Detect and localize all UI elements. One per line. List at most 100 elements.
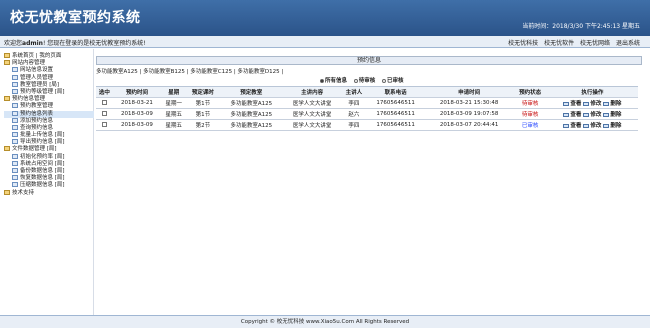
radio-icon[interactable] (353, 78, 358, 83)
folder-icon (4, 60, 10, 66)
table-cell: 赵六 (341, 108, 367, 120)
sidebar-item[interactable]: 初始化预约率 [局] (4, 153, 94, 161)
welcome-bar: 欢迎您admin! 您现在登录的是校无忧教室预约系统! 校无忧科技 校无忧软件 … (0, 36, 650, 48)
sidebar-item[interactable]: 添加预约信息 (4, 117, 94, 125)
filter-approved[interactable]: 已审核 (382, 78, 404, 84)
status-filter: 所有信息 待审核 已审核 (320, 76, 642, 86)
page-icon (12, 67, 18, 73)
view-button[interactable]: 查看 (563, 123, 581, 129)
page-icon (12, 110, 18, 116)
delete-icon (603, 112, 610, 117)
sidebar-item-label: 备份数据信息 [局] (20, 168, 65, 174)
view-icon (563, 112, 570, 117)
filter-all[interactable]: 所有信息 (320, 78, 347, 84)
row-checkbox[interactable] (101, 110, 107, 116)
edit-button[interactable]: 修改 (583, 123, 601, 129)
table-cell: 17605646511 (366, 97, 425, 109)
status-badge: 已审核 (513, 119, 547, 131)
sidebar-item[interactable]: 网站信息设置 (4, 67, 94, 74)
edit-button[interactable]: 修改 (583, 112, 601, 118)
table-cell: 李四 (341, 97, 367, 109)
reservation-table: 选中 预约时间 星期 预定课时 预定教室 主讲内容 主讲人 联系电话 申请时间 预约状态 执行操作 … (96, 86, 638, 131)
edit-button[interactable]: 修改 (583, 101, 601, 107)
table-row: 2018-03-21 星期一 第1节 多功能教室A125 医学人文大讲堂 李四 176056… (96, 97, 638, 109)
page-icon (12, 153, 18, 159)
folder-icon (4, 146, 10, 152)
page-icon (12, 117, 18, 123)
sidebar-item-label: 系统占用空间 [局] (20, 160, 65, 167)
sidebar-item-label: 查询预约信息 (20, 124, 54, 131)
delete-button[interactable]: 删除 (603, 123, 621, 129)
sidebar-item-label: 预约教室管理 (20, 103, 54, 110)
row-actions: 查看 修改 删除 (546, 108, 638, 120)
filter-pending[interactable]: 待审核 (353, 78, 375, 84)
time-label: 当前时间： (522, 23, 553, 30)
column-header: 主讲内容 (282, 86, 342, 98)
sidebar-item[interactable]: 教室管理员 [局] (4, 81, 94, 89)
sidebar-item-label: 添加预约信息 (20, 117, 54, 124)
top-link[interactable]: 校无忧科技 (508, 40, 538, 47)
sidebar-item[interactable]: 文件数据管理 [局] (4, 146, 94, 153)
page-icon (12, 182, 18, 188)
table-row: 2018-03-09 星期五 第2节 多功能教室A125 医学人文大讲堂 李四 176056… (96, 119, 638, 131)
sidebar-item[interactable]: 管理人员管理 (4, 74, 94, 82)
delete-icon (603, 101, 610, 106)
navigation-tree: 系统首页 | 我的页面 网站内容管理 网站信息设置 管理人员管理 教室管理员 [局] 预约… (4, 53, 94, 197)
column-header: 预约时间 (112, 86, 162, 98)
sidebar-item[interactable]: 系统占用空间 [局] (4, 160, 94, 168)
page-icon (12, 103, 18, 109)
row-actions: 查看 修改 删除 (546, 97, 638, 109)
table-cell: 星期五 (161, 108, 187, 120)
edit-icon (583, 112, 590, 117)
logout-link[interactable]: 退出系统 (616, 40, 640, 47)
sidebar-item[interactable]: 查询预约信息 (4, 124, 94, 132)
top-links: 校无忧科技 校无忧软件 校无忧网络 退出系统 (504, 38, 640, 47)
sidebar-item[interactable]: 压缩数据信息 [局] (4, 182, 94, 189)
sidebar-item-label: 批量上传信息 [局] (20, 132, 65, 139)
username: admin (22, 40, 43, 47)
sidebar-item[interactable]: 预约信息列表 (4, 110, 94, 118)
top-link[interactable]: 校无忧网络 (580, 40, 610, 47)
column-header: 预定教室 (219, 86, 283, 98)
current-time: 当前时间：2018/3/30 下午2:45:13 星期五 (522, 21, 640, 30)
welcome-message: 欢迎您admin! 您现在登录的是校无忧教室预约系统! (4, 40, 146, 47)
radio-icon[interactable] (382, 78, 387, 83)
sidebar-item[interactable]: 预约教室管理 (4, 103, 94, 110)
main-content: 预约信息 多功能教室A125 | 多功能教室B125 | 多功能教室C125 |… (96, 56, 642, 312)
sidebar-item-label: 恢复数据信息 [局] (20, 175, 65, 182)
row-checkbox[interactable] (101, 99, 107, 105)
sidebar-item[interactable]: 技术支持 (4, 189, 94, 197)
table-cell: 第1节 (186, 97, 220, 109)
table-cell: 17605646511 (366, 108, 425, 120)
sidebar-item-label: 技术支持 (12, 189, 35, 196)
table-cell: 2018-03-21 15:30:48 (424, 97, 514, 109)
column-header: 预约状态 (513, 86, 547, 98)
table-cell: 2018-03-09 19:07:58 (424, 108, 514, 120)
sidebar: 系统首页 | 我的页面 网站内容管理 网站信息设置 管理人员管理 教室管理员 [局] 预约… (0, 49, 94, 315)
row-actions: 查看 修改 删除 (546, 119, 638, 131)
table-cell: 17605646511 (366, 119, 425, 131)
row-checkbox[interactable] (101, 121, 107, 127)
column-header: 申请时间 (424, 86, 514, 98)
column-header: 联系电话 (366, 86, 425, 98)
delete-button[interactable]: 删除 (603, 101, 621, 107)
table-cell: 2018-03-09 (112, 119, 162, 131)
top-link[interactable]: 校无忧软件 (544, 40, 574, 47)
panel-title: 预约信息 (96, 56, 642, 65)
table-cell: 星期五 (161, 119, 187, 131)
page-icon (12, 175, 18, 181)
table-cell: 医学人文大讲堂 (282, 119, 342, 131)
page-icon (12, 74, 18, 80)
column-header: 选中 (96, 86, 113, 98)
app-header: 校无忧教室预约系统 当前时间：2018/3/30 下午2:45:13 星期五 (0, 0, 650, 36)
table-cell: 多功能教室A125 (219, 108, 283, 120)
sidebar-item-label: 预约信息管理 (12, 96, 46, 103)
radio-selected-icon[interactable] (320, 78, 324, 83)
table-cell: 多功能教室A125 (219, 97, 283, 109)
edit-icon (583, 101, 590, 106)
view-button[interactable]: 查看 (563, 112, 581, 118)
sidebar-item-label: 教室管理员 [局] (20, 81, 60, 88)
classroom-filter[interactable]: 多功能教室A125 | 多功能教室B125 | 多功能教室C125 | 多功能教… (96, 68, 642, 76)
view-button[interactable]: 查看 (563, 101, 581, 107)
delete-button[interactable]: 删除 (603, 112, 621, 118)
